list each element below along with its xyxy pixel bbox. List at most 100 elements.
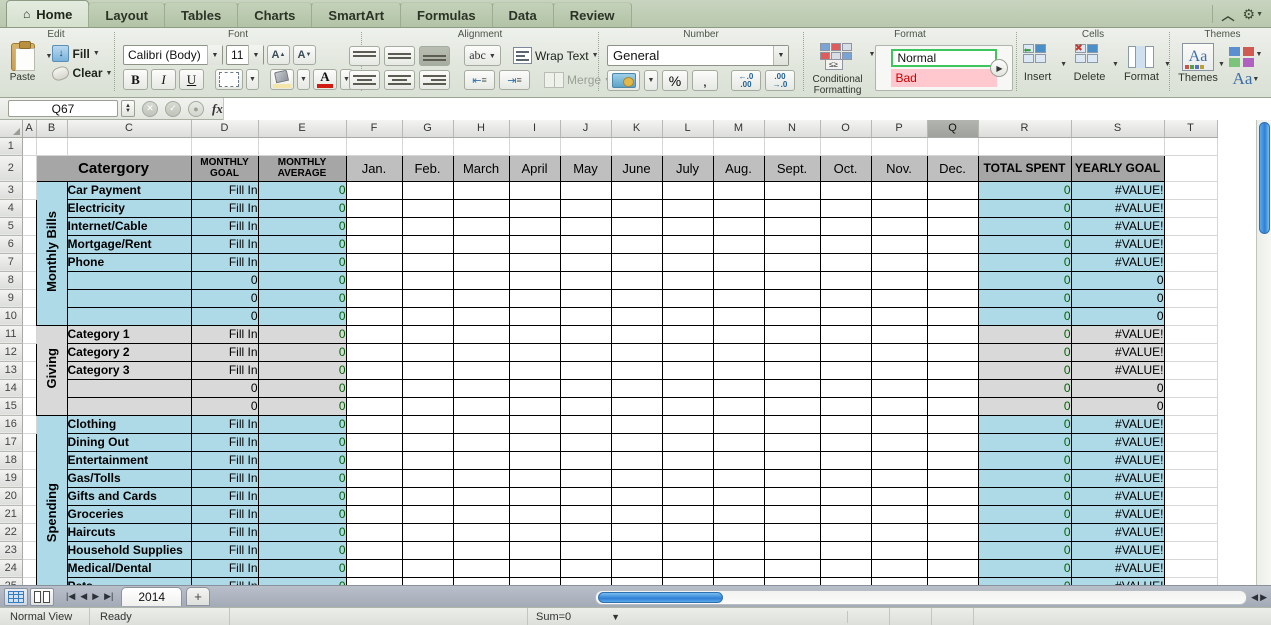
vertical-scrollbar-thumb[interactable] xyxy=(1259,122,1270,234)
cell-month-12[interactable] xyxy=(926,378,979,398)
cell-month-11[interactable] xyxy=(870,504,928,524)
cell-month-5[interactable] xyxy=(559,270,612,290)
cell-month-10[interactable] xyxy=(819,198,872,218)
cell-month-4[interactable] xyxy=(508,504,561,524)
empty-cell[interactable] xyxy=(22,433,37,452)
cell-category-name[interactable]: Gifts and Cards xyxy=(66,486,192,506)
cell-month-10[interactable] xyxy=(819,522,872,542)
cell-category-name[interactable] xyxy=(66,270,192,290)
cell-month-12[interactable] xyxy=(926,216,979,236)
cell-month-11[interactable] xyxy=(870,522,928,542)
cell-monthly-goal[interactable]: 0 xyxy=(190,378,259,398)
cell-monthly-goal[interactable]: Fill In xyxy=(190,558,259,578)
cell-month-1[interactable] xyxy=(345,540,403,560)
cell-month-9[interactable] xyxy=(763,468,821,488)
underline-button[interactable]: U xyxy=(179,69,204,90)
cell-month-3[interactable] xyxy=(452,270,510,290)
header-month-8[interactable]: Aug. xyxy=(712,154,765,182)
column-header-p[interactable]: P xyxy=(871,120,928,138)
cell-month-10[interactable] xyxy=(819,342,872,362)
empty-cell[interactable] xyxy=(191,137,259,156)
cell-month-3[interactable] xyxy=(452,288,510,308)
empty-cell[interactable] xyxy=(22,325,37,344)
header-month-3[interactable]: March xyxy=(452,154,510,182)
cell-month-5[interactable] xyxy=(559,252,612,272)
decrease-decimal-button[interactable]: ←.0.00 xyxy=(731,70,761,91)
horizontal-scrollbar-thumb[interactable] xyxy=(598,591,723,603)
font-name-select[interactable]: Calibri (Body) ▼ xyxy=(123,45,223,65)
cell-month-2[interactable] xyxy=(401,180,454,200)
cell-month-2[interactable] xyxy=(401,234,454,254)
cell-month-12[interactable] xyxy=(926,324,979,344)
cell-month-9[interactable] xyxy=(763,540,821,560)
empty-cell[interactable] xyxy=(22,217,37,236)
cell-total-spent[interactable]: 0 xyxy=(977,414,1072,434)
empty-cell[interactable] xyxy=(1164,415,1218,434)
cell-month-1[interactable] xyxy=(345,486,403,506)
row-header-8[interactable]: 8 xyxy=(0,271,23,290)
cell-total-spent[interactable]: 0 xyxy=(977,198,1072,218)
empty-cell[interactable] xyxy=(764,137,821,156)
cell-month-5[interactable] xyxy=(559,396,612,416)
cell-category-name[interactable]: Pets xyxy=(66,576,192,585)
cell-monthly-goal[interactable]: Fill In xyxy=(190,486,259,506)
cell-yearly-goal[interactable]: #VALUE! xyxy=(1070,540,1165,560)
empty-cell[interactable] xyxy=(1164,217,1218,236)
cell-month-8[interactable] xyxy=(712,324,765,344)
cell-month-2[interactable] xyxy=(401,522,454,542)
cell-month-8[interactable] xyxy=(712,234,765,254)
nav-next-sheet[interactable]: ▶ xyxy=(92,591,99,602)
cell-yearly-goal[interactable]: #VALUE! xyxy=(1070,252,1165,272)
cell-month-1[interactable] xyxy=(345,324,403,344)
header-monthly-average[interactable]: MONTHLY AVERAGE xyxy=(257,154,347,182)
cell-yearly-goal[interactable]: #VALUE! xyxy=(1070,450,1165,470)
empty-cell[interactable] xyxy=(258,137,347,156)
cell-month-1[interactable] xyxy=(345,216,403,236)
cell-total-spent[interactable]: 0 xyxy=(977,504,1072,524)
cell-total-spent[interactable]: 0 xyxy=(977,540,1072,560)
column-header-c[interactable]: C xyxy=(67,120,192,138)
horizontal-scrollbar-track[interactable] xyxy=(595,589,1248,605)
row-header-15[interactable]: 15 xyxy=(0,397,23,416)
empty-cell[interactable] xyxy=(22,361,37,380)
cell-month-1[interactable] xyxy=(345,234,403,254)
header-month-6[interactable]: June xyxy=(610,154,663,182)
themes-dropdown-caret[interactable]: ▼ xyxy=(1218,61,1225,68)
cell-total-spent[interactable]: 0 xyxy=(977,252,1072,272)
column-header-r[interactable]: R xyxy=(978,120,1072,138)
name-box[interactable]: Q67 xyxy=(8,100,118,117)
cell-month-6[interactable] xyxy=(610,360,663,380)
header-month-12[interactable]: Dec. xyxy=(926,154,979,182)
cell-month-4[interactable] xyxy=(508,234,561,254)
cell-month-6[interactable] xyxy=(610,450,663,470)
empty-cell[interactable] xyxy=(560,137,612,156)
cell-month-6[interactable] xyxy=(610,252,663,272)
empty-cell[interactable] xyxy=(22,469,37,488)
cell-monthly-goal[interactable]: Fill In xyxy=(190,360,259,380)
cell-month-10[interactable] xyxy=(819,576,872,585)
cell-month-4[interactable] xyxy=(508,252,561,272)
cell-total-spent[interactable]: 0 xyxy=(977,486,1072,506)
cell-category-name[interactable]: Internet/Cable xyxy=(66,216,192,236)
cell-month-12[interactable] xyxy=(926,306,979,326)
cell-month-6[interactable] xyxy=(610,342,663,362)
cell-month-7[interactable] xyxy=(661,432,714,452)
normal-view-icon[interactable] xyxy=(4,587,28,606)
empty-cell[interactable] xyxy=(1164,469,1218,488)
cell-month-1[interactable] xyxy=(345,360,403,380)
comma-format-button[interactable]: , xyxy=(692,70,718,91)
cell-category-name[interactable]: Category 1 xyxy=(66,324,192,344)
empty-cell[interactable] xyxy=(22,155,37,182)
cell-month-10[interactable] xyxy=(819,216,872,236)
empty-cell[interactable] xyxy=(1164,577,1218,585)
cell-monthly-goal[interactable]: 0 xyxy=(190,288,259,308)
cell-month-4[interactable] xyxy=(508,270,561,290)
cell-total-spent[interactable]: 0 xyxy=(977,180,1072,200)
cell-month-9[interactable] xyxy=(763,396,821,416)
cell-monthly-goal[interactable]: Fill In xyxy=(190,216,259,236)
header-month-1[interactable]: Jan. xyxy=(345,154,403,182)
tab-smartart[interactable]: SmartArt xyxy=(311,2,402,27)
cell-month-8[interactable] xyxy=(712,432,765,452)
cell-month-3[interactable] xyxy=(452,306,510,326)
cell-month-5[interactable] xyxy=(559,198,612,218)
